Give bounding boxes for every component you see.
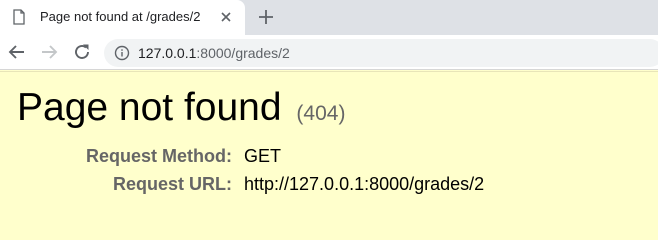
address-bar[interactable]: 127.0.0.1:8000/grades/2 [104, 39, 658, 67]
page-title: Page not found (404) [17, 86, 345, 130]
arrow-left-icon[interactable] [8, 43, 26, 61]
request-method-value: GET [244, 146, 282, 166]
url-host: 127.0.0.1 [138, 45, 197, 61]
tab-active[interactable]: Page not found at /grades/2 [0, 0, 245, 35]
page-content: Page not found (404) Request Method: GET… [0, 71, 658, 204]
url-path: :8000/grades/2 [196, 45, 290, 61]
reload-icon[interactable] [73, 43, 91, 61]
request-url-label: Request URL: [112, 174, 232, 194]
plus-icon[interactable] [256, 7, 276, 27]
url-text[interactable]: 127.0.0.1:8000/grades/2 [138, 45, 290, 61]
tab-title: Page not found at /grades/2 [40, 9, 201, 24]
page-title-text: Page not found [17, 86, 282, 129]
arrow-right-icon[interactable] [40, 43, 58, 61]
page-icon [13, 9, 25, 25]
tab-strip: Page not found at /grades/2 [0, 0, 658, 35]
browser-toolbar: 127.0.0.1:8000/grades/2 [0, 35, 658, 70]
status-code: (404) [296, 102, 346, 125]
request-method-label: Request Method: [86, 146, 232, 166]
info-icon[interactable] [114, 45, 130, 61]
request-url-row: Request URL: http://127.0.0.1:8000/grade… [0, 174, 658, 198]
request-method-row: Request Method: GET [0, 146, 658, 170]
close-icon[interactable] [218, 9, 234, 25]
request-url-value: http://127.0.0.1:8000/grades/2 [244, 174, 485, 194]
